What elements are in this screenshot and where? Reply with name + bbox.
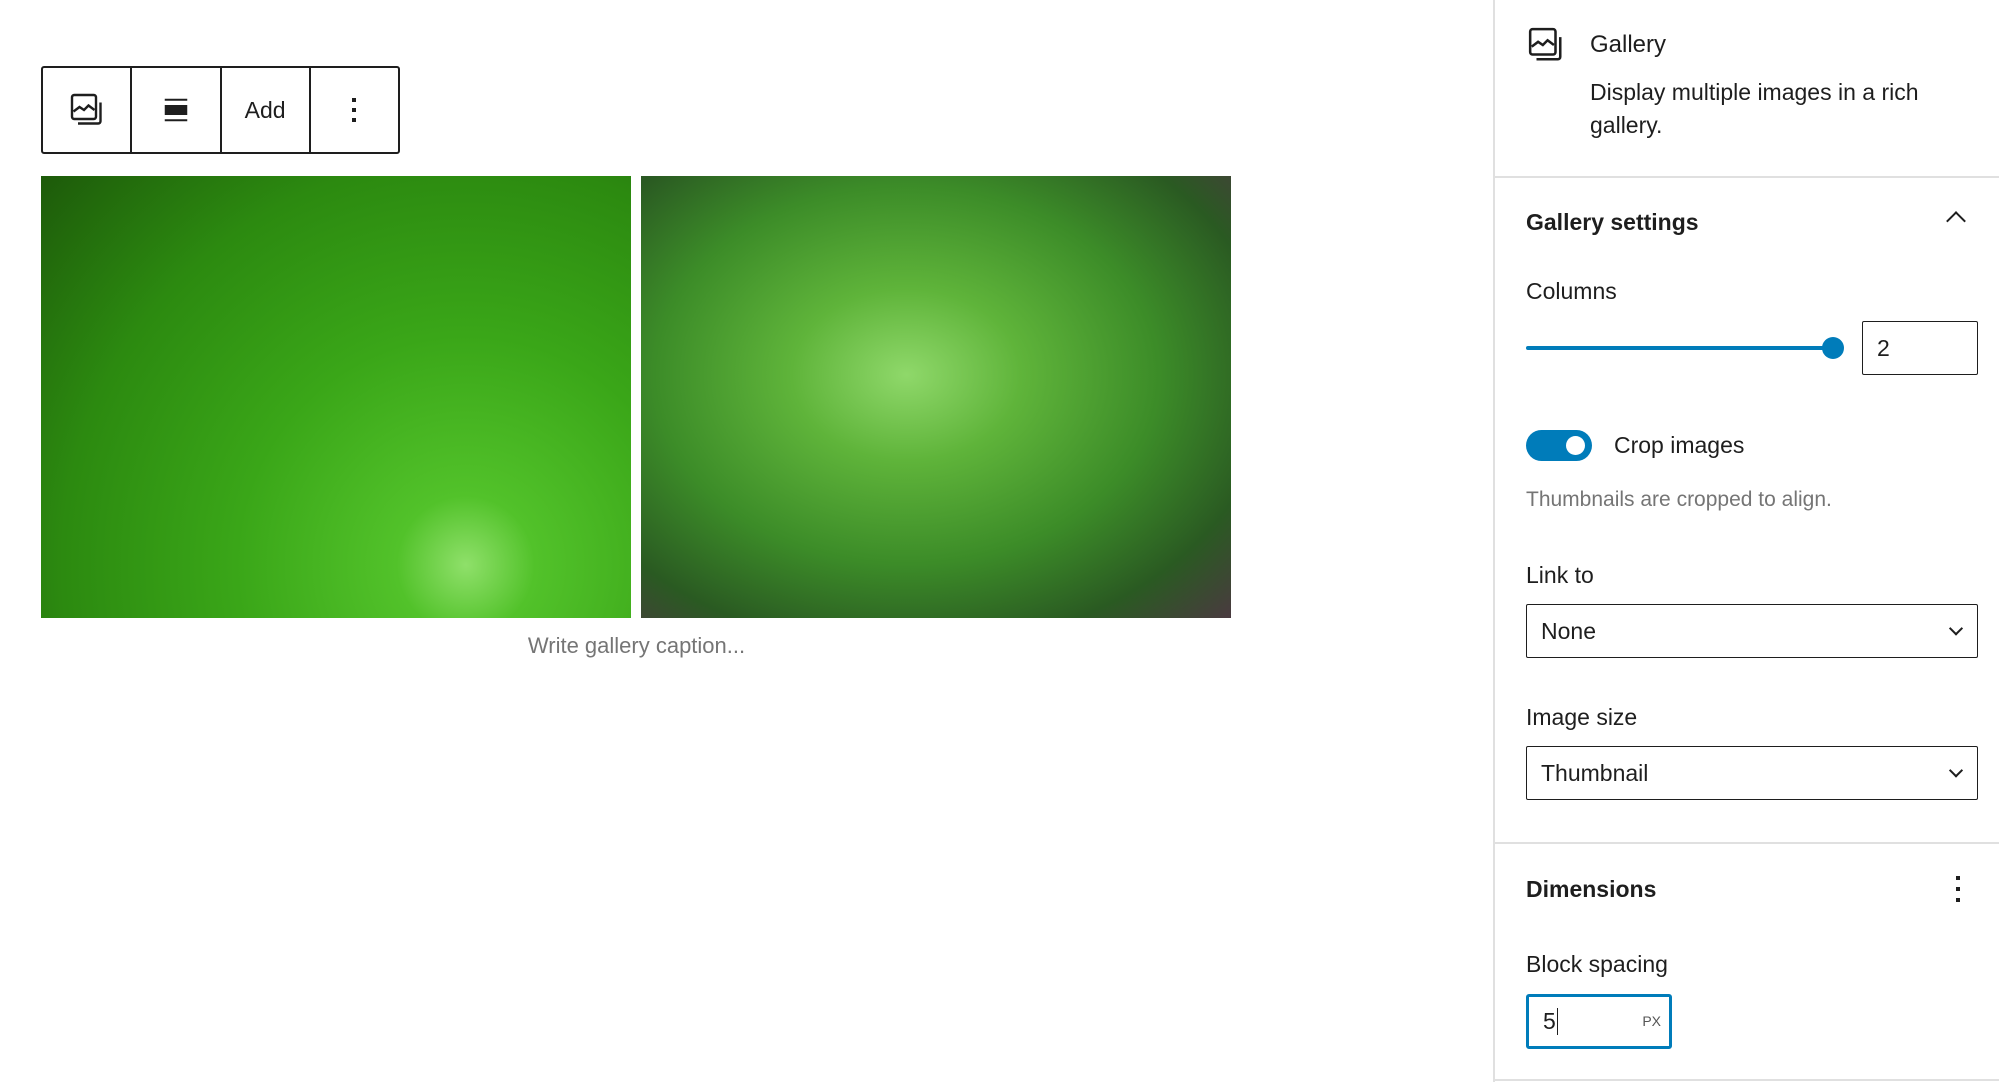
gallery-image-fern[interactable] [641, 176, 1231, 618]
columns-slider[interactable] [1526, 346, 1836, 350]
columns-label: Columns [1526, 278, 1617, 304]
block-settings-sidebar: Gallery Display multiple images in a ric… [1493, 0, 1999, 1082]
crop-images-toggle[interactable] [1526, 430, 1592, 461]
block-spacing-value: 5 [1543, 1008, 1558, 1035]
link-to-label: Link to [1526, 562, 1594, 588]
crop-help-text: Thumbnails are cropped to align. [1526, 488, 1832, 511]
gallery-image-leaf[interactable] [41, 176, 631, 618]
divider [1495, 176, 1999, 178]
image-size-label: Image size [1526, 704, 1638, 730]
gallery-settings-title[interactable]: Gallery settings [1526, 209, 1699, 236]
unit-label[interactable]: PX [1642, 1013, 1661, 1029]
divider [1495, 1079, 1999, 1081]
more-options-button[interactable] [311, 68, 398, 152]
block-spacing-input[interactable]: 5 PX [1526, 994, 1672, 1049]
toggle-knob [1566, 436, 1585, 455]
chevron-down-icon [1948, 621, 1964, 636]
more-vertical-icon[interactable] [1954, 874, 1962, 904]
block-title: Gallery [1590, 31, 1667, 58]
block-toolbar: Add [41, 66, 400, 154]
divider [1495, 842, 1999, 844]
align-button[interactable] [132, 68, 222, 152]
gallery-icon [1528, 27, 1562, 61]
block-description: Display multiple images in a rich galler… [1590, 79, 1919, 138]
image-size-value: Thumbnail [1541, 759, 1649, 786]
link-to-select[interactable]: None [1526, 604, 1978, 658]
image-size-select[interactable]: Thumbnail [1526, 746, 1978, 800]
chevron-down-icon [1948, 763, 1964, 778]
gallery-icon [70, 93, 102, 125]
block-spacing-label: Block spacing [1526, 951, 1668, 977]
dimensions-title: Dimensions [1526, 876, 1657, 902]
gallery-caption-input[interactable]: Write gallery caption... [41, 633, 1232, 659]
columns-input[interactable]: 2 [1862, 321, 1978, 375]
link-to-value: None [1541, 617, 1596, 644]
align-wide-icon [164, 98, 188, 122]
columns-slider-thumb[interactable] [1822, 337, 1844, 359]
block-type-button[interactable] [43, 68, 133, 152]
crop-images-label[interactable]: Crop images [1614, 432, 1744, 459]
chevron-up-icon[interactable] [1946, 211, 1966, 231]
more-vertical-icon [352, 98, 357, 122]
add-button[interactable]: Add [222, 68, 311, 152]
